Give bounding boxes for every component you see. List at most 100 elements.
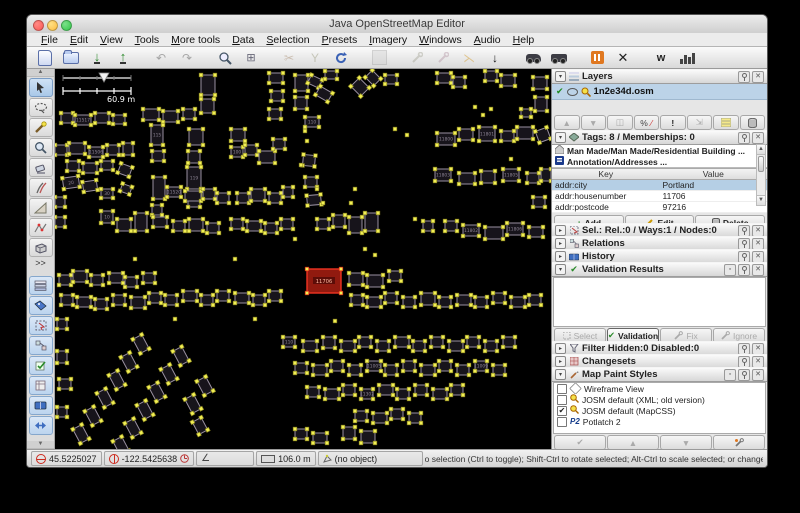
map-node[interactable]	[327, 217, 331, 221]
map-node[interactable]	[389, 417, 393, 421]
map-node[interactable]	[187, 229, 191, 233]
map-node[interactable]	[377, 393, 381, 397]
building[interactable]	[115, 161, 134, 179]
map-node[interactable]	[89, 273, 93, 277]
map-node[interactable]	[115, 229, 119, 233]
building[interactable]	[483, 69, 499, 83]
map-node[interactable]	[305, 371, 309, 375]
building[interactable]	[525, 171, 541, 185]
selection-toggle[interactable]	[29, 316, 53, 335]
close-icon[interactable]: ✕	[752, 225, 764, 237]
tags-panel-header[interactable]: ▾ Tags: 8 / Memberships: 0 ✕	[552, 130, 767, 145]
building[interactable]: 115	[149, 123, 165, 147]
map-node[interactable]	[353, 349, 357, 353]
map-node[interactable]	[89, 113, 93, 117]
building[interactable]	[323, 69, 339, 81]
building[interactable]	[93, 297, 109, 311]
building[interactable]	[509, 295, 527, 309]
map-node[interactable]	[95, 171, 99, 175]
preset-restriction-button[interactable]	[585, 48, 609, 67]
map-node[interactable]	[281, 89, 285, 93]
building[interactable]	[57, 377, 73, 391]
map-node[interactable]	[413, 393, 417, 397]
map-node[interactable]	[99, 209, 103, 213]
building[interactable]	[215, 191, 231, 205]
building[interactable]	[347, 363, 363, 377]
building[interactable]	[339, 339, 357, 353]
map-node[interactable]	[65, 317, 69, 321]
map-node[interactable]	[543, 205, 547, 209]
building[interactable]: 11803	[433, 167, 453, 183]
building[interactable]	[527, 225, 545, 239]
map-node[interactable]	[55, 317, 59, 321]
building[interactable]	[111, 113, 127, 126]
map-node[interactable]	[455, 229, 459, 233]
building[interactable]	[150, 149, 166, 163]
map-node[interactable]	[527, 225, 531, 229]
map-node[interactable]	[365, 295, 369, 299]
map-node[interactable]	[251, 293, 255, 297]
map-node[interactable]	[491, 363, 495, 367]
map-node[interactable]	[267, 117, 271, 121]
map-node[interactable]	[213, 73, 217, 77]
map-node[interactable]	[67, 141, 71, 145]
building[interactable]	[483, 225, 505, 241]
map-node[interactable]	[435, 131, 439, 135]
style-row[interactable]: ✔JOSM default (MapCSS)	[554, 405, 765, 416]
map-node[interactable]	[373, 441, 377, 445]
improve-accuracy-tool[interactable]	[29, 218, 53, 237]
map-node[interactable]	[65, 405, 69, 409]
building[interactable]	[347, 271, 365, 287]
map-node[interactable]	[387, 279, 391, 283]
map-node[interactable]	[153, 281, 157, 285]
map-node[interactable]	[111, 168, 115, 172]
map-node[interactable]	[425, 383, 429, 387]
map-node[interactable]	[385, 411, 389, 415]
building[interactable]	[443, 219, 459, 233]
building[interactable]	[401, 295, 417, 309]
map-node[interactable]	[283, 147, 287, 151]
map-node[interactable]	[141, 118, 145, 122]
map-node[interactable]	[315, 227, 319, 231]
map-node[interactable]	[437, 295, 441, 299]
map-node[interactable]	[359, 373, 363, 377]
map-node[interactable]	[449, 81, 453, 85]
map-node[interactable]	[449, 305, 453, 309]
map-node[interactable]	[467, 373, 471, 377]
building[interactable]	[499, 129, 516, 143]
map-node[interactable]	[305, 194, 309, 198]
building[interactable]	[341, 383, 357, 397]
map-node[interactable]	[361, 303, 365, 307]
extrude-tool[interactable]	[29, 238, 53, 257]
map-node[interactable]	[379, 369, 383, 373]
map-node[interactable]	[255, 143, 259, 147]
map-node[interactable]	[281, 99, 285, 103]
angle-ruler-tool[interactable]	[29, 198, 53, 217]
map-node[interactable]	[539, 303, 543, 307]
map-node[interactable]	[82, 190, 86, 194]
map-node[interactable]	[181, 299, 185, 303]
map-node[interactable]	[263, 199, 267, 203]
map-node[interactable]	[353, 419, 357, 423]
map-node[interactable]	[401, 295, 405, 299]
building[interactable]	[245, 219, 263, 233]
map-node[interactable]	[199, 165, 203, 169]
map-node[interactable]	[451, 75, 455, 79]
scroll-up-icon[interactable]: ▲	[757, 145, 765, 155]
map-node[interactable]	[99, 221, 103, 225]
map-node[interactable]	[303, 125, 307, 129]
building[interactable]	[71, 269, 89, 284]
map-node[interactable]	[343, 213, 347, 217]
map-node[interactable]	[183, 189, 187, 193]
building[interactable]	[130, 332, 151, 356]
map-node[interactable]	[77, 159, 81, 163]
map-node[interactable]	[111, 293, 115, 297]
map-node[interactable]	[485, 295, 489, 299]
building[interactable]: 110	[303, 115, 321, 129]
map-node[interactable]	[363, 229, 367, 233]
building[interactable]: 11800	[435, 131, 457, 147]
close-icon[interactable]: ✕	[752, 264, 764, 276]
map-node[interactable]	[65, 169, 69, 173]
map-node[interactable]	[245, 229, 249, 233]
map-node[interactable]	[279, 227, 283, 231]
